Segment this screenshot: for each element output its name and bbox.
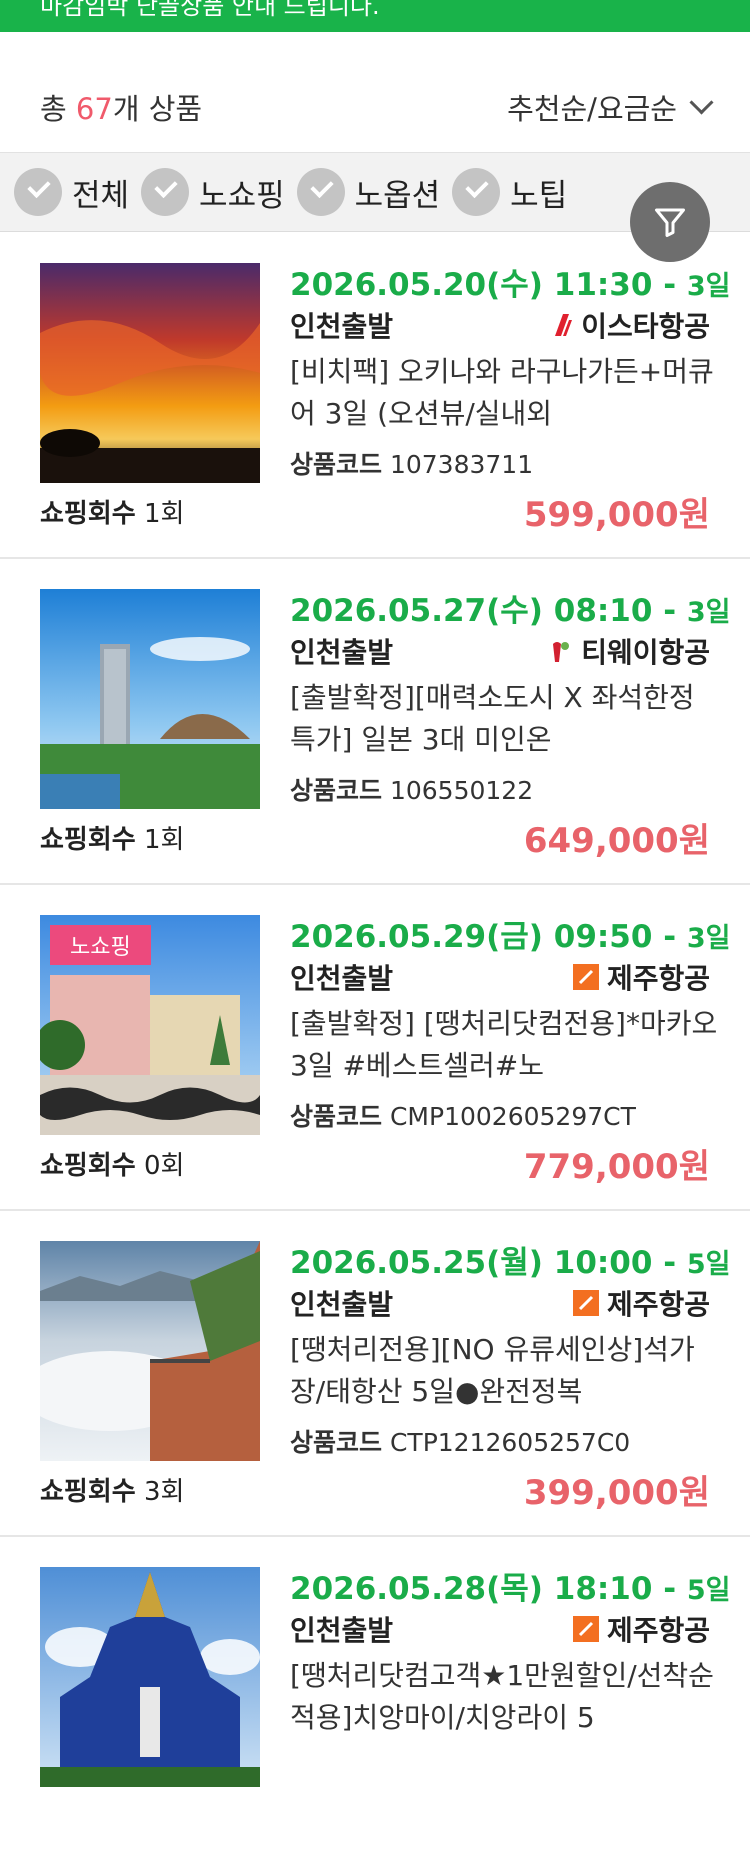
product-code: 상품코드 CTP1212605257C0 xyxy=(290,1428,631,1457)
sort-dropdown[interactable]: 추천순/요금순 xyxy=(507,86,716,128)
product-code: 상품코드 CMP1002605297CT xyxy=(290,1102,636,1131)
product-thumbnail[interactable] xyxy=(40,263,260,483)
departure-date: 2026.05.29(금) 09:50 - 3일 xyxy=(290,919,731,955)
departure-date: 2026.05.27(수) 08:10 - 3일 xyxy=(290,593,731,629)
product-card[interactable]: 2026.05.25(월) 10:00 - 5일 인천출발 제주항공 [땡처리전… xyxy=(0,1211,750,1537)
product-title[interactable]: [출발확정][매력소도시 X 좌석한정특가] 일본 3대 미인온 xyxy=(290,677,720,761)
product-title[interactable]: [출발확정] [땡처리닷컴전용]*마카오 3일 #베스트셀러#노 xyxy=(290,1003,720,1087)
product-card[interactable]: 2026.05.28(목) 18:10 - 5일 인천출발 제주항공 [땡처리닷… xyxy=(0,1537,750,1863)
product-price: 599,000원 xyxy=(523,495,710,535)
departure-date: 2026.05.28(목) 18:10 - 5일 xyxy=(290,1571,731,1607)
product-count: 총 67개 상품 xyxy=(40,92,203,126)
jejuair-logo-icon xyxy=(572,1290,599,1316)
jejuair-logo-icon xyxy=(572,1616,599,1642)
promo-banner[interactable]: 마감임박 단골상품 안내 드립니다. xyxy=(0,0,750,32)
departure-city: 인천출발 xyxy=(290,310,394,343)
departure-city: 인천출발 xyxy=(290,962,394,995)
funnel-icon xyxy=(655,208,685,237)
departure-city: 인천출발 xyxy=(290,1614,394,1647)
departure-city: 인천출발 xyxy=(290,636,394,669)
departure-date: 2026.05.25(월) 10:00 - 5일 xyxy=(290,1245,731,1281)
product-card[interactable]: 2026.05.20(수) 11:30 - 3일 인천출발 이스타항공 [비치팩… xyxy=(0,233,750,559)
shopping-count: 쇼핑회수 1회 xyxy=(40,499,185,529)
product-price: 649,000원 xyxy=(523,821,710,861)
product-thumbnail[interactable] xyxy=(40,1567,260,1787)
airline: 이스타항공 xyxy=(551,305,710,345)
product-list: 2026.05.20(수) 11:30 - 3일 인천출발 이스타항공 [비치팩… xyxy=(0,233,750,1863)
check-icon xyxy=(452,168,501,216)
tway-logo-icon xyxy=(553,642,570,662)
jejuair-logo-icon xyxy=(572,964,599,990)
filter-chip-no-option[interactable]: 노옵션 xyxy=(296,168,441,216)
product-card[interactable]: 노쇼핑 2026.05.29(금) 09:50 - 3일 인천출발 제주항공 [… xyxy=(0,885,750,1211)
product-code: 상품코드 107383711 xyxy=(290,450,534,479)
product-title[interactable]: [땡처리전용][NO 유류세인상]석가장/태항산 5일●완전정복 xyxy=(290,1329,720,1413)
sort-label: 추천순/요금순 xyxy=(507,92,677,126)
check-icon xyxy=(14,168,62,216)
airline: 티웨이항공 xyxy=(547,631,710,671)
departure-city: 인천출발 xyxy=(290,1288,394,1321)
product-title[interactable]: [땡처리닷컴고객★1만원할인/선착순적용]치앙마이/치앙라이 5 xyxy=(290,1655,720,1739)
promo-banner-text: 마감임박 단골상품 안내 드립니다. xyxy=(40,0,380,20)
filter-chip-no-tip[interactable]: 노팁 xyxy=(452,168,567,216)
filter-fab-button[interactable] xyxy=(630,182,710,262)
filter-chip-no-shopping[interactable]: 노쇼핑 xyxy=(141,168,285,216)
chevron-down-icon xyxy=(689,89,714,115)
airline: 제주항공 xyxy=(572,1283,710,1323)
filter-chip-label: 노팁 xyxy=(510,177,568,214)
product-thumbnail[interactable] xyxy=(40,589,260,809)
product-code: 상품코드 106550122 xyxy=(290,776,534,805)
eastar-logo-icon xyxy=(555,314,573,336)
product-card[interactable]: 2026.05.27(수) 08:10 - 3일 인천출발 티웨이항공 [출발확… xyxy=(0,559,750,885)
airline: 제주항공 xyxy=(572,1609,710,1649)
check-icon xyxy=(141,168,190,216)
no-shopping-badge: 노쇼핑 xyxy=(50,925,151,965)
product-count-number: 67 xyxy=(75,92,113,126)
product-thumbnail[interactable]: 노쇼핑 xyxy=(40,915,260,1135)
filter-chip-label: 전체 xyxy=(72,177,130,214)
filter-chip-label: 노쇼핑 xyxy=(199,177,285,214)
filter-chip-label: 노옵션 xyxy=(354,177,441,214)
product-price: 779,000원 xyxy=(523,1147,710,1187)
shopping-count: 쇼핑회수 3회 xyxy=(40,1477,185,1507)
departure-date: 2026.05.20(수) 11:30 - 3일 xyxy=(290,267,731,303)
shopping-count: 쇼핑회수 1회 xyxy=(40,825,185,855)
shopping-count: 쇼핑회수 0회 xyxy=(40,1151,185,1181)
product-thumbnail[interactable] xyxy=(40,1241,260,1461)
result-summary: 총 67개 상품 추천순/요금순 xyxy=(0,32,750,152)
product-price: 399,000원 xyxy=(523,1473,710,1513)
check-icon xyxy=(296,168,345,216)
filter-chip-all[interactable]: 전체 xyxy=(14,168,129,216)
product-title[interactable]: [비치팩] 오키나와 라구나가든+머큐어 3일 (오션뷰/실내외 xyxy=(290,351,720,435)
airline: 제주항공 xyxy=(572,957,710,997)
